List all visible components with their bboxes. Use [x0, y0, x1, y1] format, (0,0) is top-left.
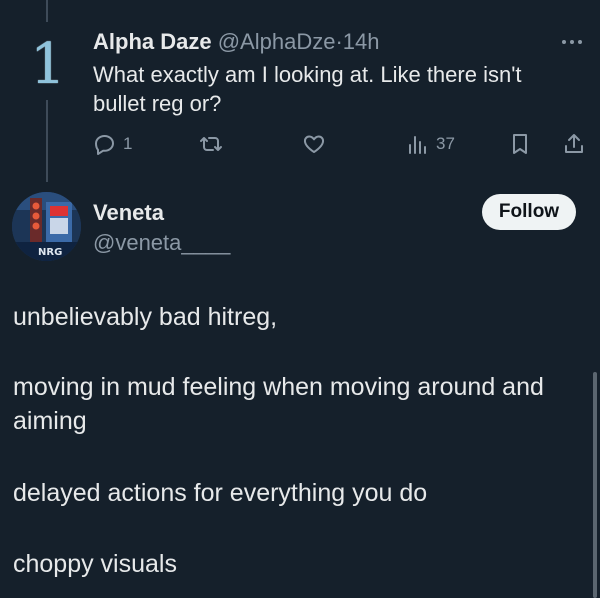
author-handle[interactable]: @veneta____	[93, 230, 230, 256]
post-paragraph: unbelievably bad hitreg,	[13, 303, 278, 331]
views-button[interactable]: 37	[406, 130, 455, 158]
reply-separator: ·	[335, 29, 343, 54]
reply-author-name[interactable]: Alpha Daze	[93, 29, 212, 54]
reply-button[interactable]: 1	[93, 130, 132, 158]
post-paragraph: moving in mud feeling when moving around…	[13, 373, 544, 435]
reply-header: Alpha Daze @AlphaDze·14h	[93, 29, 380, 55]
comment-icon	[95, 135, 114, 155]
share-icon	[565, 134, 583, 153]
share-button[interactable]	[562, 130, 586, 158]
thread-line-top	[46, 0, 48, 22]
like-button[interactable]	[302, 130, 326, 158]
reply-author-handle[interactable]: @AlphaDze	[218, 29, 336, 54]
repost-button[interactable]	[199, 130, 223, 158]
post-paragraph: choppy visuals	[13, 550, 177, 578]
post-paragraph: delayed actions for everything you do	[13, 479, 428, 507]
avatar-image: NRG	[12, 192, 81, 261]
views-icon	[409, 136, 426, 154]
avatar-brand-text: NRG	[38, 247, 62, 258]
reply-timestamp[interactable]: 14h	[343, 29, 380, 54]
reply-action-bar: 1 37	[0, 130, 600, 158]
more-icon[interactable]	[557, 32, 587, 52]
scrollbar[interactable]	[593, 372, 597, 598]
author-avatar[interactable]: NRG	[12, 192, 81, 261]
follow-button[interactable]: Follow	[482, 194, 576, 230]
reply-avatar[interactable]: 1	[20, 30, 76, 100]
bookmark-icon	[513, 134, 527, 154]
heart-icon	[303, 135, 325, 153]
reply-avatar-glyph: 1	[30, 32, 66, 97]
repost-icon	[200, 137, 222, 151]
bookmark-button[interactable]	[508, 130, 532, 158]
reply-text: What exactly am I looking at. Like there…	[93, 62, 522, 116]
views-count: 37	[436, 134, 455, 153]
reply-count: 1	[123, 134, 133, 153]
author-name[interactable]: Veneta	[93, 200, 164, 226]
